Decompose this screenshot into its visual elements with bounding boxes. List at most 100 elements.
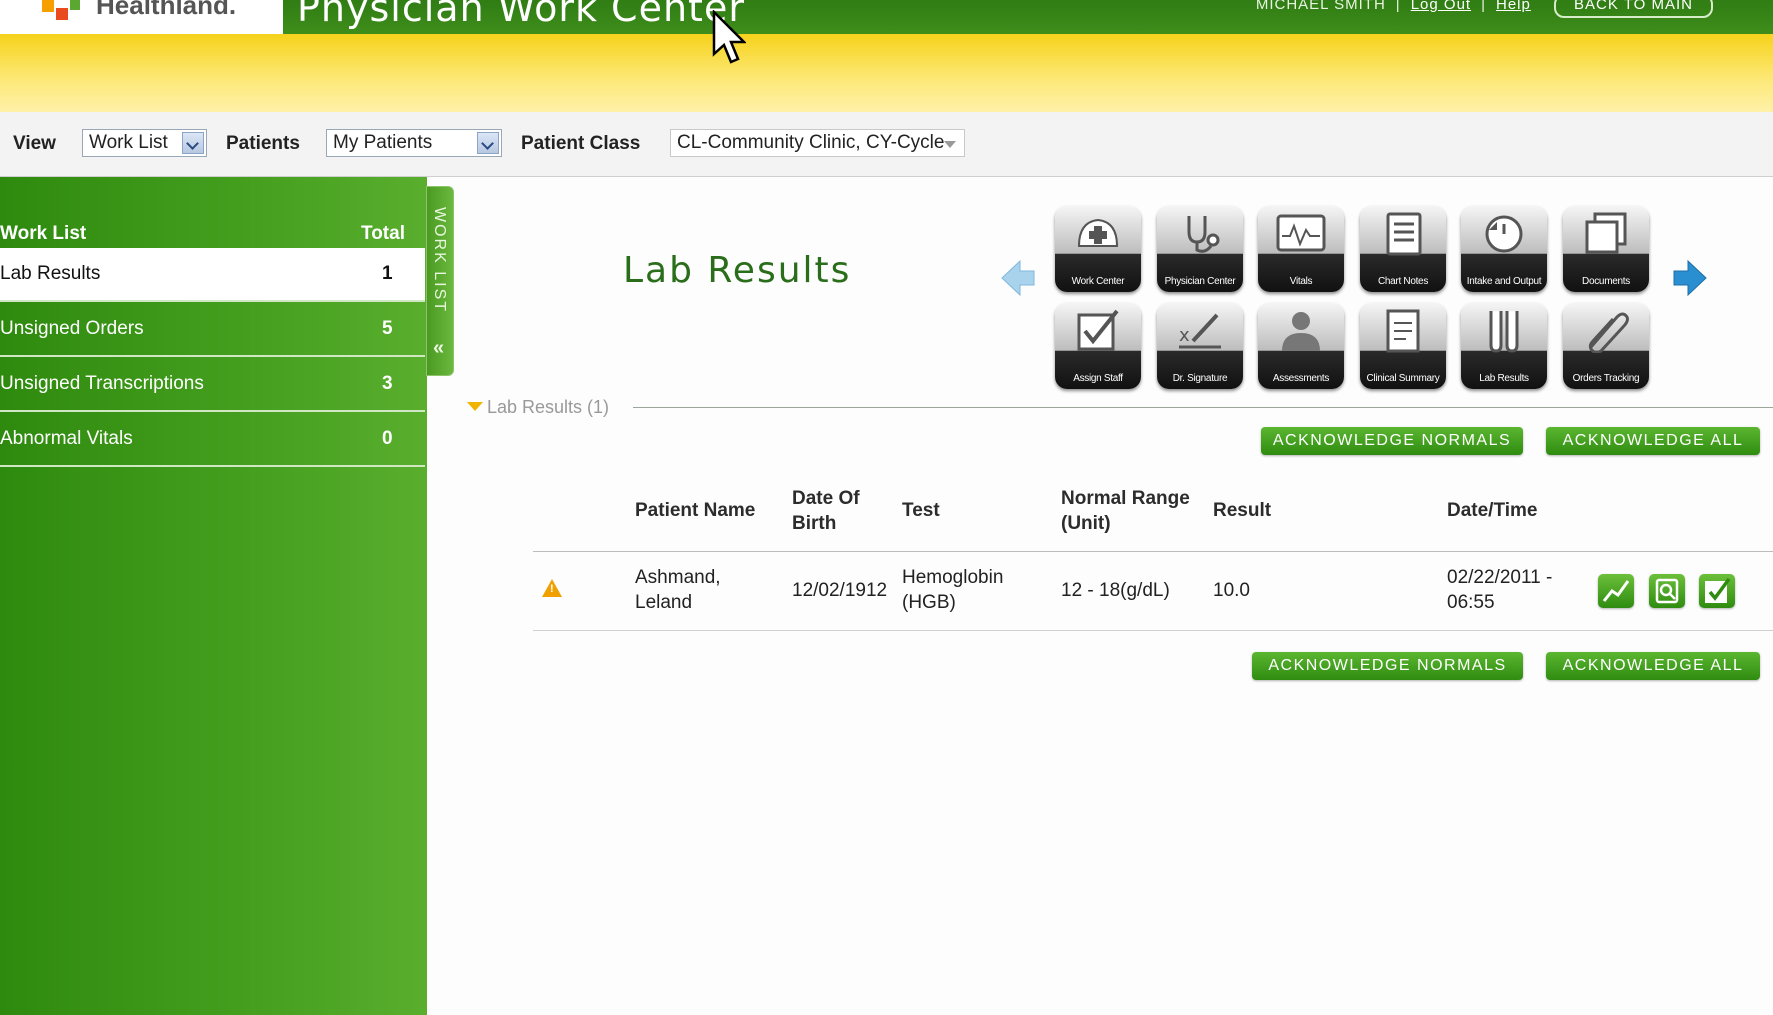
icon-label: Chart Notes xyxy=(1377,276,1429,287)
collapse-triangle-icon[interactable] xyxy=(467,402,483,411)
filter-bar: View Work List Patients My Patients Pati… xyxy=(0,112,1773,177)
documents-icon[interactable]: Documents xyxy=(1563,206,1649,292)
col-header-dob-line2: Birth xyxy=(792,513,837,534)
test-line2: (HGB) xyxy=(902,592,956,613)
section-divider xyxy=(633,407,1773,408)
col-header-range-line2: (Unit) xyxy=(1061,513,1111,534)
patients-label: Patients xyxy=(226,133,300,154)
cell-normal-range: 12 - 18(g/dL) xyxy=(1061,580,1170,601)
worklist-item-label: Unsigned Orders xyxy=(0,318,144,339)
icon-label: Work Center xyxy=(1071,276,1125,287)
worklist-tab-label: WORK LIST xyxy=(431,207,448,314)
worklist-item-count: 5 xyxy=(382,318,393,339)
worklist-collapse-tab[interactable]: WORK LIST « xyxy=(426,186,454,376)
view-select-value: Work List xyxy=(89,132,168,153)
worklist-item-lab-results[interactable]: Lab Results 1 xyxy=(0,248,425,302)
logout-link[interactable]: Log Out xyxy=(1411,0,1471,13)
worklist-item-label: Lab Results xyxy=(0,263,101,284)
cell-test: Hemoglobin (HGB) xyxy=(902,565,1003,615)
chevron-down-icon[interactable] xyxy=(477,132,499,154)
acknowledge-all-button-bottom[interactable]: ACKNOWLEDGE ALL xyxy=(1546,652,1760,680)
patient-class-select-value: CL-Community Clinic, CY-Cycle xyxy=(677,132,945,153)
icon-label: Dr. Signature xyxy=(1172,373,1228,384)
col-header-test[interactable]: Test xyxy=(902,498,940,523)
app-title: Physician Work Center xyxy=(297,0,745,30)
svg-text:x: x xyxy=(1179,325,1190,346)
brand-logo: Healthland. xyxy=(0,0,283,34)
brand-name: Healthland. xyxy=(96,0,237,20)
intake-output-icon[interactable]: Intake and Output xyxy=(1461,206,1547,292)
col-header-dob-line1: Date Of xyxy=(792,488,860,509)
worklist-item-abnormal-vitals[interactable]: Abnormal Vitals 0 xyxy=(0,413,425,467)
user-name: MICHAEL SMITH xyxy=(1255,0,1386,13)
worklist-item-count: 3 xyxy=(382,373,393,394)
icon-label: Clinical Summary xyxy=(1366,373,1440,384)
chevron-down-icon[interactable] xyxy=(182,132,204,154)
orders-tracking-icon[interactable]: Orders Tracking xyxy=(1563,303,1649,389)
col-header-range-line1: Normal Range xyxy=(1061,488,1190,509)
acknowledge-all-button-top[interactable]: ACKNOWLEDGE ALL xyxy=(1546,427,1760,455)
icon-label: Assign Staff xyxy=(1073,373,1123,384)
vitals-icon[interactable]: Vitals xyxy=(1258,206,1344,292)
cell-result: 10.0 xyxy=(1213,580,1250,601)
lab-results-icon[interactable]: Lab Results xyxy=(1461,303,1547,389)
worklist-item-count: 1 xyxy=(382,263,393,284)
warning-icon: ! xyxy=(542,579,562,597)
dropdown-arrow-icon[interactable] xyxy=(944,141,956,148)
arrow-right-icon[interactable] xyxy=(1672,258,1708,298)
clinical-summary-icon[interactable]: Clinical Summary xyxy=(1360,303,1446,389)
worklist-title: Work List xyxy=(0,223,87,244)
assessments-icon[interactable]: Assessments xyxy=(1258,303,1344,389)
view-detail-icon[interactable] xyxy=(1649,574,1685,608)
col-header-dob[interactable]: Date Of Birth xyxy=(792,486,860,536)
worklist-item-unsigned-orders[interactable]: Unsigned Orders 5 xyxy=(0,303,425,357)
patient-class-label: Patient Class xyxy=(521,133,641,154)
mouse-cursor-icon xyxy=(712,10,746,64)
acknowledge-normals-button-bottom[interactable]: ACKNOWLEDGE NORMALS xyxy=(1252,652,1523,680)
help-link[interactable]: Help xyxy=(1496,0,1531,13)
icon-label: Lab Results xyxy=(1479,373,1529,384)
datetime-line2: 06:55 xyxy=(1447,592,1495,613)
col-header-result[interactable]: Result xyxy=(1213,498,1271,523)
collapse-chevron-icon[interactable]: « xyxy=(433,337,444,360)
logo-mark-icon xyxy=(42,0,80,20)
header-banner xyxy=(0,34,1773,113)
acknowledge-check-icon[interactable] xyxy=(1699,574,1735,608)
dr-signature-icon[interactable]: x Dr. Signature xyxy=(1157,303,1243,389)
icon-label: Assessments xyxy=(1272,373,1330,384)
icon-label: Physician Center xyxy=(1164,276,1236,287)
assign-staff-icon[interactable]: Assign Staff xyxy=(1055,303,1141,389)
cell-dob: 12/02/1912 xyxy=(792,580,888,601)
patient-name-line2: Leland xyxy=(635,592,693,613)
worklist-sidebar: Work List Total Lab Results 1 Unsigned O… xyxy=(0,177,427,1015)
datetime-line1: 02/22/2011 - xyxy=(1447,567,1553,588)
physician-center-icon[interactable]: Physician Center xyxy=(1157,206,1243,292)
page-title: Lab Results xyxy=(623,250,852,291)
col-header-normal-range[interactable]: Normal Range (Unit) xyxy=(1061,486,1190,536)
back-to-main-button[interactable]: BACK TO MAIN xyxy=(1554,0,1713,18)
test-line1: Hemoglobin xyxy=(902,567,1004,588)
table-header-divider xyxy=(533,551,1773,552)
icon-label: Orders Tracking xyxy=(1572,373,1640,384)
chart-notes-icon[interactable]: Chart Notes xyxy=(1360,206,1446,292)
worklist-total-label: Total xyxy=(361,223,405,244)
worklist-header: Work List Total xyxy=(0,221,427,249)
icon-label: Intake and Output xyxy=(1466,276,1542,287)
cell-datetime: 02/22/2011 - 06:55 xyxy=(1447,565,1552,615)
patient-class-select[interactable]: CL-Community Clinic, CY-Cycle xyxy=(670,129,965,157)
view-select[interactable]: Work List xyxy=(82,129,207,157)
lab-results-section-toggle[interactable]: Lab Results (1) xyxy=(467,397,609,418)
arrow-left-icon[interactable] xyxy=(1000,258,1036,298)
worklist-item-label: Abnormal Vitals xyxy=(0,428,133,449)
trend-graph-icon[interactable] xyxy=(1598,574,1634,608)
patients-select[interactable]: My Patients xyxy=(326,129,502,157)
icon-label: Documents xyxy=(1582,276,1630,287)
patient-name-line1: Ashmand, xyxy=(635,567,721,588)
col-header-datetime[interactable]: Date/Time xyxy=(1447,498,1537,523)
col-header-patient-name[interactable]: Patient Name xyxy=(635,498,755,523)
section-label: Lab Results (1) xyxy=(487,397,610,417)
acknowledge-normals-button-top[interactable]: ACKNOWLEDGE NORMALS xyxy=(1261,427,1523,455)
icon-label: Vitals xyxy=(1289,276,1313,287)
worklist-item-unsigned-transcriptions[interactable]: Unsigned Transcriptions 3 xyxy=(0,358,425,412)
work-center-icon[interactable]: Work Center xyxy=(1055,206,1141,292)
